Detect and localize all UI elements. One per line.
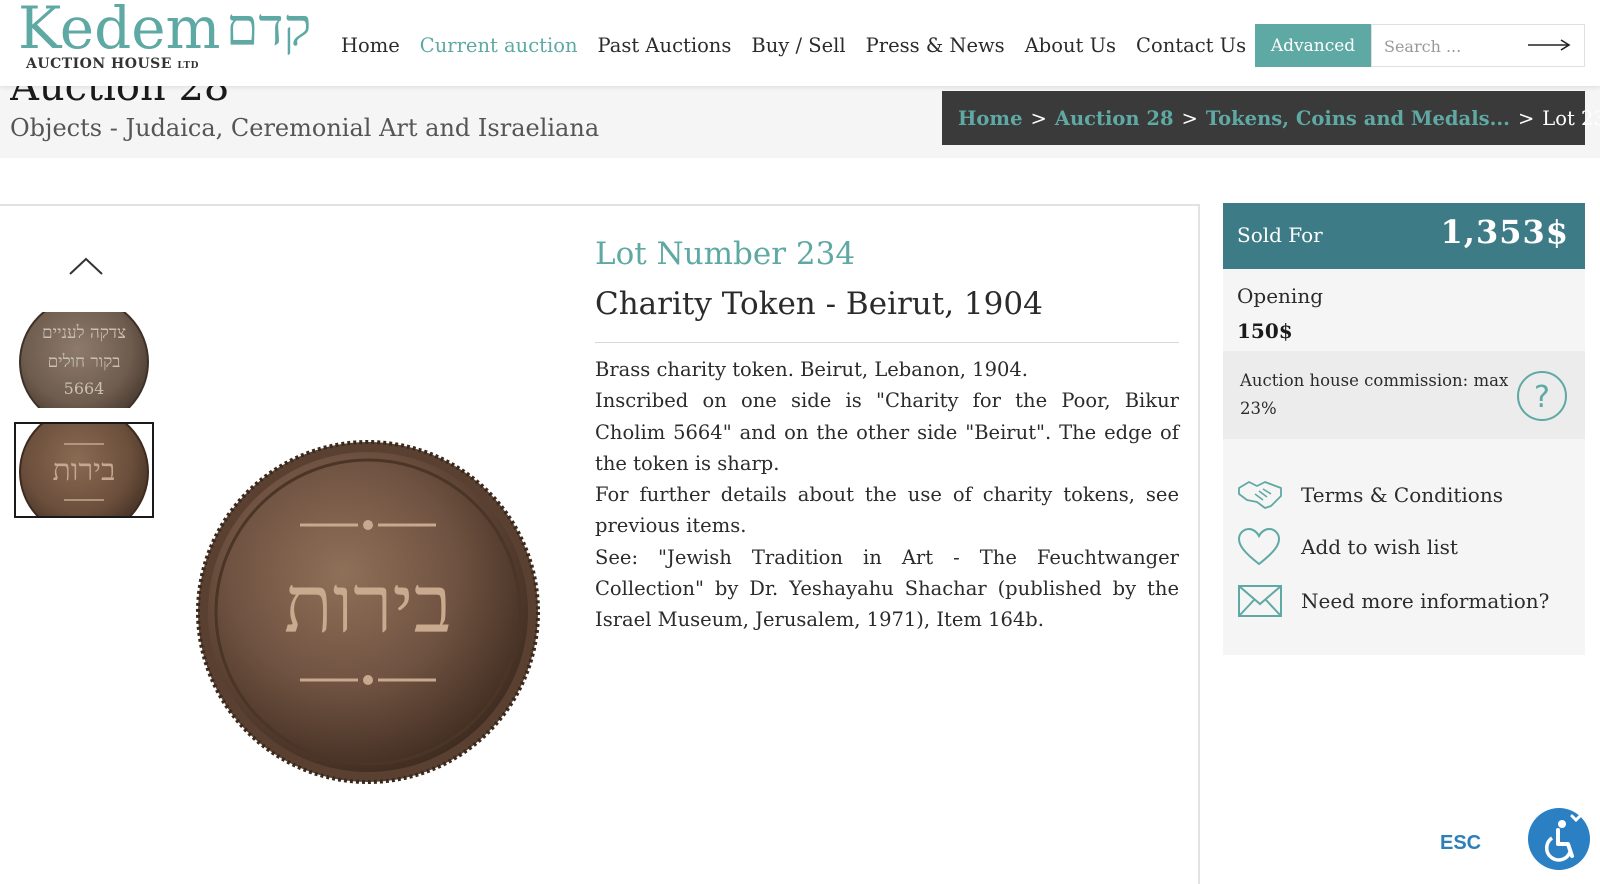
description-paragraph: Brass charity token. Beirut, Lebanon, 19… [595,358,1028,381]
envelope-icon [1237,581,1283,621]
more-info-label: Need more information? [1301,589,1550,613]
description-paragraph: For further details about the use of cha… [595,483,1179,538]
question-icon[interactable]: ? [1515,369,1569,423]
site-header: Kedem קדם AUCTION HOUSE LTD Home Current… [0,0,1600,86]
thumbnail-inscription: בירות [52,453,115,488]
description-paragraph: Inscribed on one side is "Charity for th… [595,389,1179,475]
terms-conditions-link[interactable]: Terms & Conditions [1237,475,1503,515]
heart-icon [1237,527,1283,567]
advanced-search-button[interactable]: Advanced [1255,24,1371,67]
add-to-wishlist-link[interactable]: Add to wish list [1237,527,1458,567]
thumbnail-obverse[interactable]: צדקה לעניים בקור חולים 5664 [14,312,154,408]
coin-inscription: בירות [284,558,452,651]
opening-label: Opening [1237,284,1323,308]
add-to-wishlist-label: Add to wish list [1301,535,1458,559]
svg-text:?: ? [1534,380,1550,415]
auction-header-band: Auction 28 Objects - Judaica, Ceremonial… [0,86,1600,158]
price-panel: Sold For 1,353$ Opening 150$ Auction hou… [1223,203,1585,655]
logo-hebrew-text: קדם [226,0,312,58]
section-title: Objects - Judaica, Ceremonial Art and Is… [10,114,600,142]
nav-past-auctions[interactable]: Past Auctions [598,34,732,57]
terms-conditions-label: Terms & Conditions [1301,483,1503,507]
breadcrumb-home[interactable]: Home [958,107,1022,130]
breadcrumb-auction[interactable]: Auction 28 [1055,107,1174,130]
logo-latin-text: Kedem [18,0,221,62]
svg-text:בקור חולים: בקור חולים [48,352,121,372]
search-box [1371,24,1585,67]
lot-description: Brass charity token. Beirut, Lebanon, 19… [595,354,1179,636]
breadcrumb-separator: > [1517,106,1535,130]
logo-subtitle-small: LTD [177,61,199,71]
divider [595,342,1179,343]
breadcrumb-separator: > [1030,106,1047,130]
sold-for-bar: Sold For 1,353$ [1223,203,1585,269]
breadcrumb-current: Lot 234 [1542,106,1600,130]
logo-subtitle: AUCTION HOUSE LTD [26,56,199,72]
search-input[interactable] [1382,33,1526,59]
sold-for-value: 1,353$ [1440,213,1569,251]
chevron-up-icon[interactable] [68,256,104,276]
lot-panel: צדקה לעניים בקור חולים 5664 בירות בירות … [0,204,1200,884]
logo-subtitle-main: AUCTION HOUSE [26,56,172,72]
main-nav: Home Current auction Past Auctions Buy /… [341,34,1266,57]
site-logo[interactable]: Kedem קדם AUCTION HOUSE LTD [18,0,328,80]
arrow-right-icon[interactable] [1526,37,1572,53]
handshake-icon [1237,475,1283,515]
nav-current-auction[interactable]: Current auction [420,34,578,57]
breadcrumb: Home > Auction 28 > Tokens, Coins and Me… [942,91,1600,145]
commission-box: Auction house commission: max 23% ? [1223,351,1585,439]
breadcrumb-separator: > [1181,106,1198,130]
esc-button[interactable]: ESC [1440,832,1481,855]
coin-thumbnail-image: צדקה לעניים בקור חולים 5664 [19,312,149,408]
nav-buy-sell[interactable]: Buy / Sell [751,34,845,57]
opening-value: 150$ [1237,319,1293,343]
description-paragraph: See: "Jewish Tradition in Art - The Feuc… [595,545,1179,632]
coin-main-image[interactable]: בירות [196,440,541,785]
commission-text: Auction house commission: max 23% [1240,371,1509,418]
lot-number: Lot Number 234 [595,236,856,272]
nav-press-news[interactable]: Press & News [866,34,1005,57]
thumbnail-year-text: 5664 [64,379,105,398]
sold-for-label: Sold For [1237,223,1323,247]
nav-about-us[interactable]: About Us [1025,34,1116,57]
thumbnail-reverse[interactable]: בירות [14,422,154,518]
more-info-link[interactable]: Need more information? [1237,581,1549,621]
nav-home[interactable]: Home [341,34,400,57]
coin-thumbnail-image: בירות [19,424,149,516]
svg-text:צדקה לעניים: צדקה לעניים [42,323,126,343]
lot-title: Charity Token - Beirut, 1904 [595,286,1043,322]
nav-contact-us[interactable]: Contact Us [1136,34,1246,57]
breadcrumb-category[interactable]: Tokens, Coins and Medals... [1206,107,1510,130]
